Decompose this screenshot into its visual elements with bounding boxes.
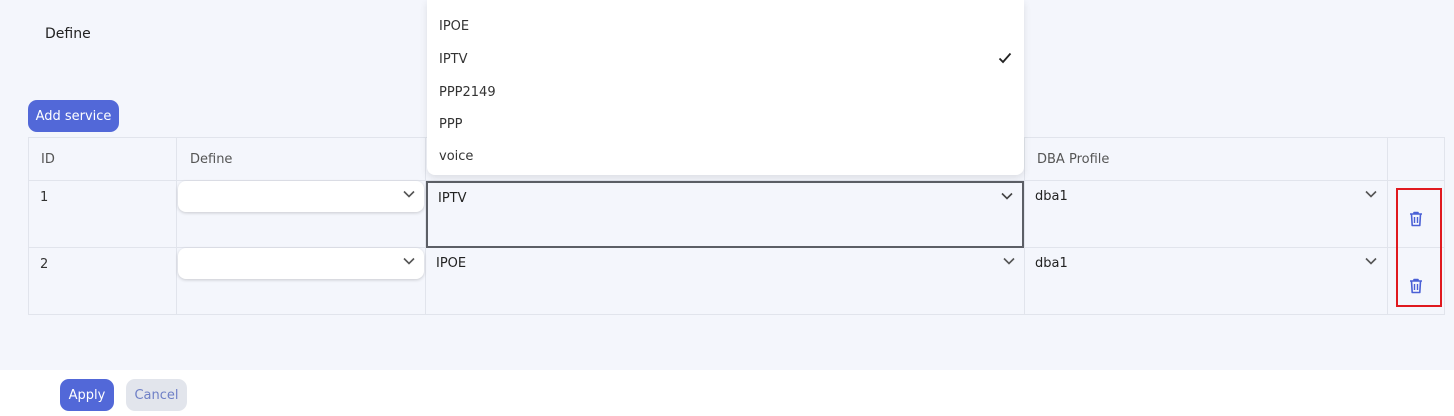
cancel-button[interactable]: Cancel — [126, 379, 187, 411]
services-panel: Define Add service ID Define DBA Profile… — [0, 0, 1454, 370]
add-service-button[interactable]: Add service — [28, 100, 119, 132]
row-2-define-select[interactable] — [178, 248, 424, 279]
chevron-down-icon — [1003, 257, 1015, 265]
row-2-dba-select[interactable]: dba1 — [1025, 248, 1386, 315]
header-id: ID — [41, 152, 55, 167]
chevron-down-icon — [403, 257, 415, 265]
trash-icon[interactable] — [1409, 278, 1423, 294]
dropdown-option[interactable]: PPP — [439, 108, 1024, 141]
row-1-dba-select[interactable]: dba1 — [1025, 181, 1386, 247]
row-2-service-value: IPOE — [436, 256, 467, 271]
section-title: Define — [45, 26, 91, 42]
chevron-down-icon — [1365, 190, 1377, 198]
header-define: Define — [190, 152, 233, 167]
chevron-down-icon — [1001, 192, 1013, 200]
dropdown-option[interactable]: PPP2149 — [439, 76, 1024, 109]
row-1-dba-value: dba1 — [1035, 189, 1068, 204]
row-1-service-select[interactable]: IPTV — [426, 181, 1024, 248]
dropdown-option[interactable]: IPOE — [439, 10, 1024, 43]
trash-icon[interactable] — [1409, 211, 1423, 227]
dropdown-option[interactable]: IPTV — [439, 43, 1024, 76]
apply-button[interactable]: Apply — [60, 379, 114, 411]
chevron-down-icon — [403, 190, 415, 198]
row-1-id: 1 — [40, 190, 49, 205]
check-icon — [998, 52, 1012, 64]
column-divider — [176, 138, 177, 314]
service-dropdown-menu: IPOE IPTV PPP2149 PPP voice — [427, 0, 1024, 175]
column-divider — [1387, 138, 1388, 314]
row-1-service-value: IPTV — [438, 191, 467, 206]
row-1-define-select[interactable] — [178, 181, 424, 212]
dropdown-option[interactable]: voice — [439, 140, 1024, 173]
header-dba-profile: DBA Profile — [1037, 152, 1110, 167]
row-2-service-select[interactable]: IPOE — [426, 248, 1024, 315]
chevron-down-icon — [1365, 257, 1377, 265]
row-2-dba-value: dba1 — [1035, 256, 1068, 271]
row-2-id: 2 — [40, 257, 49, 272]
